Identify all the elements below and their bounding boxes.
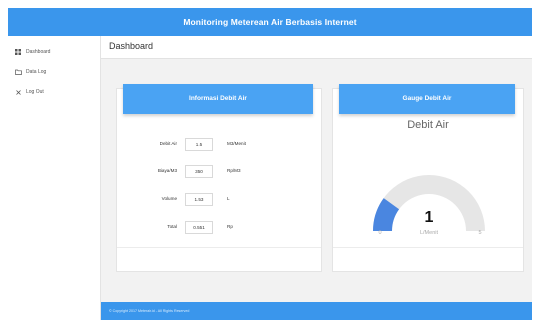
gauge-title: Debit Air bbox=[407, 119, 449, 131]
field-unit: M3/Menit bbox=[227, 141, 246, 146]
form-row-total: Total 0.551 Rp bbox=[117, 221, 317, 234]
card-divider bbox=[117, 247, 321, 248]
field-label: Biaya/M3 bbox=[157, 168, 177, 173]
dashboard-icon bbox=[14, 48, 22, 56]
sidebar: Dashboard Data Log Log Out bbox=[8, 36, 101, 320]
close-icon bbox=[14, 88, 22, 96]
sidebar-item-label: Log Out bbox=[26, 89, 44, 95]
field-label: Debit Air bbox=[159, 141, 177, 146]
gauge-card-title: Gauge Debit Air bbox=[402, 95, 452, 102]
sidebar-item-log-out[interactable]: Log Out bbox=[14, 86, 44, 98]
debit-air-field[interactable]: 1.5 bbox=[185, 138, 213, 151]
sidebar-item-label: Dashboard bbox=[26, 49, 51, 55]
biaya-field[interactable]: 350 bbox=[185, 165, 213, 178]
total-field[interactable]: 0.551 bbox=[185, 221, 213, 234]
form-row-biaya: Biaya/M3 350 Rp/M3 bbox=[117, 165, 317, 178]
sidebar-item-dashboard[interactable]: Dashboard bbox=[14, 46, 50, 58]
volume-field[interactable]: 1.53 bbox=[185, 193, 213, 206]
field-label: Total bbox=[167, 224, 177, 229]
card-divider bbox=[333, 247, 523, 248]
sidebar-item-data-log[interactable]: Data Log bbox=[14, 66, 46, 78]
field-label: Volume bbox=[161, 196, 177, 201]
field-unit: L bbox=[227, 196, 230, 201]
form-row-debit-air: Debit Air 1.5 M3/Menit bbox=[117, 138, 317, 151]
app-frame: Monitoring Meterean Air Berbasis Interne… bbox=[8, 8, 532, 320]
footer-text: © Copyright 2017 Meterair.id - All Right… bbox=[109, 309, 190, 313]
gauge-card-header: Gauge Debit Air bbox=[339, 84, 515, 114]
sidebar-item-label: Data Log bbox=[26, 69, 47, 75]
content-header: Dashboard bbox=[101, 36, 532, 59]
folder-icon bbox=[14, 68, 22, 76]
gauge-value: 1 bbox=[425, 209, 434, 226]
page-title: Dashboard bbox=[109, 41, 154, 51]
gauge-max-label: 5 bbox=[478, 230, 481, 236]
info-card: Informasi Debit Air Debit Air 1.5 M3/Men… bbox=[116, 84, 322, 272]
field-unit: Rp/M3 bbox=[227, 168, 241, 173]
gauge: 1 L/Menit 0 5 bbox=[373, 175, 485, 236]
gauge-min-label: 0 bbox=[378, 230, 381, 236]
footer: © Copyright 2017 Meterair.id - All Right… bbox=[101, 302, 532, 320]
info-form: Debit Air 1.5 M3/Menit Biaya/M3 350 Rp/M… bbox=[117, 89, 321, 271]
field-unit: Rp bbox=[227, 224, 233, 229]
app-title: Monitoring Meterean Air Berbasis Interne… bbox=[183, 17, 357, 27]
gauge-card: Gauge Debit Air Debit Air 1 L/Menit 0 5 bbox=[332, 84, 524, 272]
app-title-bar: Monitoring Meterean Air Berbasis Interne… bbox=[8, 8, 532, 36]
gauge-unit: L/Menit bbox=[420, 230, 439, 236]
form-row-volume: Volume 1.53 L bbox=[117, 193, 317, 206]
